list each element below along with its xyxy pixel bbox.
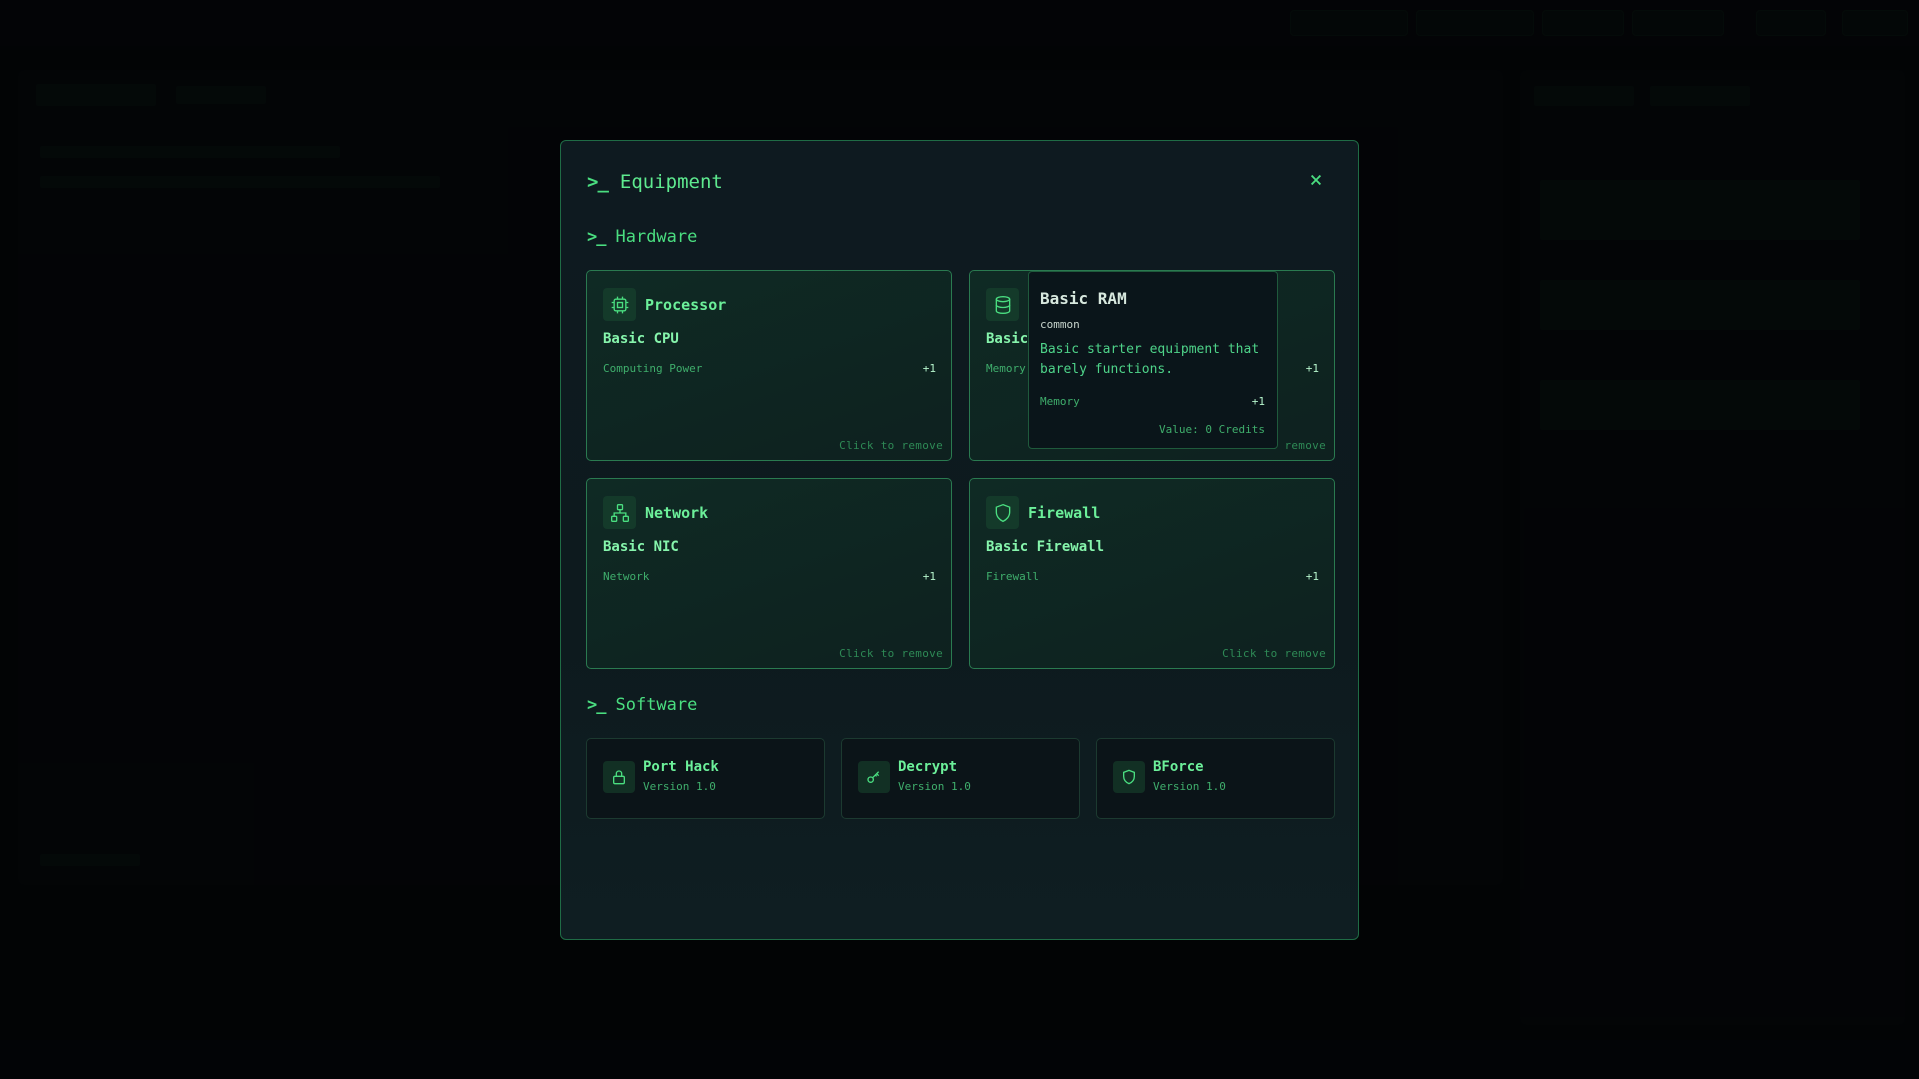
shield-icon	[1113, 761, 1145, 793]
hardware-section-title: >_ Hardware	[587, 227, 698, 247]
shield-icon	[986, 496, 1019, 529]
software-card-bforce[interactable]: BForce Version 1.0	[1096, 738, 1335, 819]
lock-icon	[603, 761, 635, 793]
card-type: Firewall	[1028, 503, 1101, 522]
card-bonus: +1	[1305, 362, 1319, 375]
tooltip-description: Basic starter equipment that barely func…	[1040, 342, 1260, 377]
modal-title-text: Equipment	[619, 171, 723, 193]
software-name: BForce	[1153, 759, 1204, 775]
key-icon	[858, 761, 890, 793]
hardware-card-network[interactable]: Network Basic NIC Network +1 Click to re…	[586, 478, 952, 669]
software-version: Version 1.0	[898, 780, 971, 793]
software-version: Version 1.0	[643, 780, 716, 793]
tooltip-stat: Memory	[1040, 395, 1080, 408]
card-remove-hint: o remove	[1270, 439, 1326, 452]
item-tooltip: Basic RAM common Basic starter equipment…	[1028, 271, 1278, 449]
card-stat: Computing Power	[603, 362, 703, 375]
terminal-prompt-icon: >_	[587, 227, 607, 247]
modal-title: >_ Equipment	[587, 171, 723, 193]
software-card-decrypt[interactable]: Decrypt Version 1.0	[841, 738, 1080, 819]
card-stat: Memory	[986, 362, 1026, 375]
tooltip-value: Value: 0 Credits	[1159, 423, 1265, 436]
close-icon: ×	[1309, 168, 1323, 193]
card-remove-hint: Click to remove	[839, 647, 943, 660]
tooltip-title: Basic RAM	[1040, 289, 1127, 308]
tooltip-rarity: common	[1040, 318, 1080, 331]
software-section-title: >_ Software	[587, 695, 698, 715]
software-name: Port Hack	[643, 759, 719, 775]
card-remove-hint: Click to remove	[839, 439, 943, 452]
card-stat: Firewall	[986, 570, 1039, 583]
database-icon	[986, 288, 1019, 321]
hardware-card-firewall[interactable]: Firewall Basic Firewall Firewall +1 Clic…	[969, 478, 1335, 669]
equipment-modal: >_ Equipment × >_ Hardware Processor Bas…	[560, 140, 1359, 940]
close-button[interactable]: ×	[1304, 169, 1328, 193]
network-icon	[603, 496, 636, 529]
terminal-prompt-icon: >_	[587, 695, 607, 715]
card-type: Processor	[645, 295, 727, 314]
card-stat: Network	[603, 570, 650, 583]
card-item-name: Basic Firewall	[986, 539, 1105, 555]
tooltip-bonus: +1	[1251, 395, 1265, 408]
terminal-prompt-icon: >_	[587, 171, 609, 193]
card-bonus: +1	[1305, 570, 1319, 583]
card-bonus: +1	[922, 362, 936, 375]
card-item-name: Basic CPU	[603, 331, 679, 347]
software-name: Decrypt	[898, 759, 958, 775]
card-remove-hint: Click to remove	[1222, 647, 1326, 660]
software-version: Version 1.0	[1153, 780, 1226, 793]
hardware-card-processor[interactable]: Processor Basic CPU Computing Power +1 C…	[586, 270, 952, 461]
card-bonus: +1	[922, 570, 936, 583]
card-type: Network	[645, 503, 709, 522]
card-item-name: Basic	[986, 331, 1029, 347]
cpu-icon	[603, 288, 636, 321]
software-card-port-hack[interactable]: Port Hack Version 1.0	[586, 738, 825, 819]
card-item-name: Basic NIC	[603, 539, 679, 555]
